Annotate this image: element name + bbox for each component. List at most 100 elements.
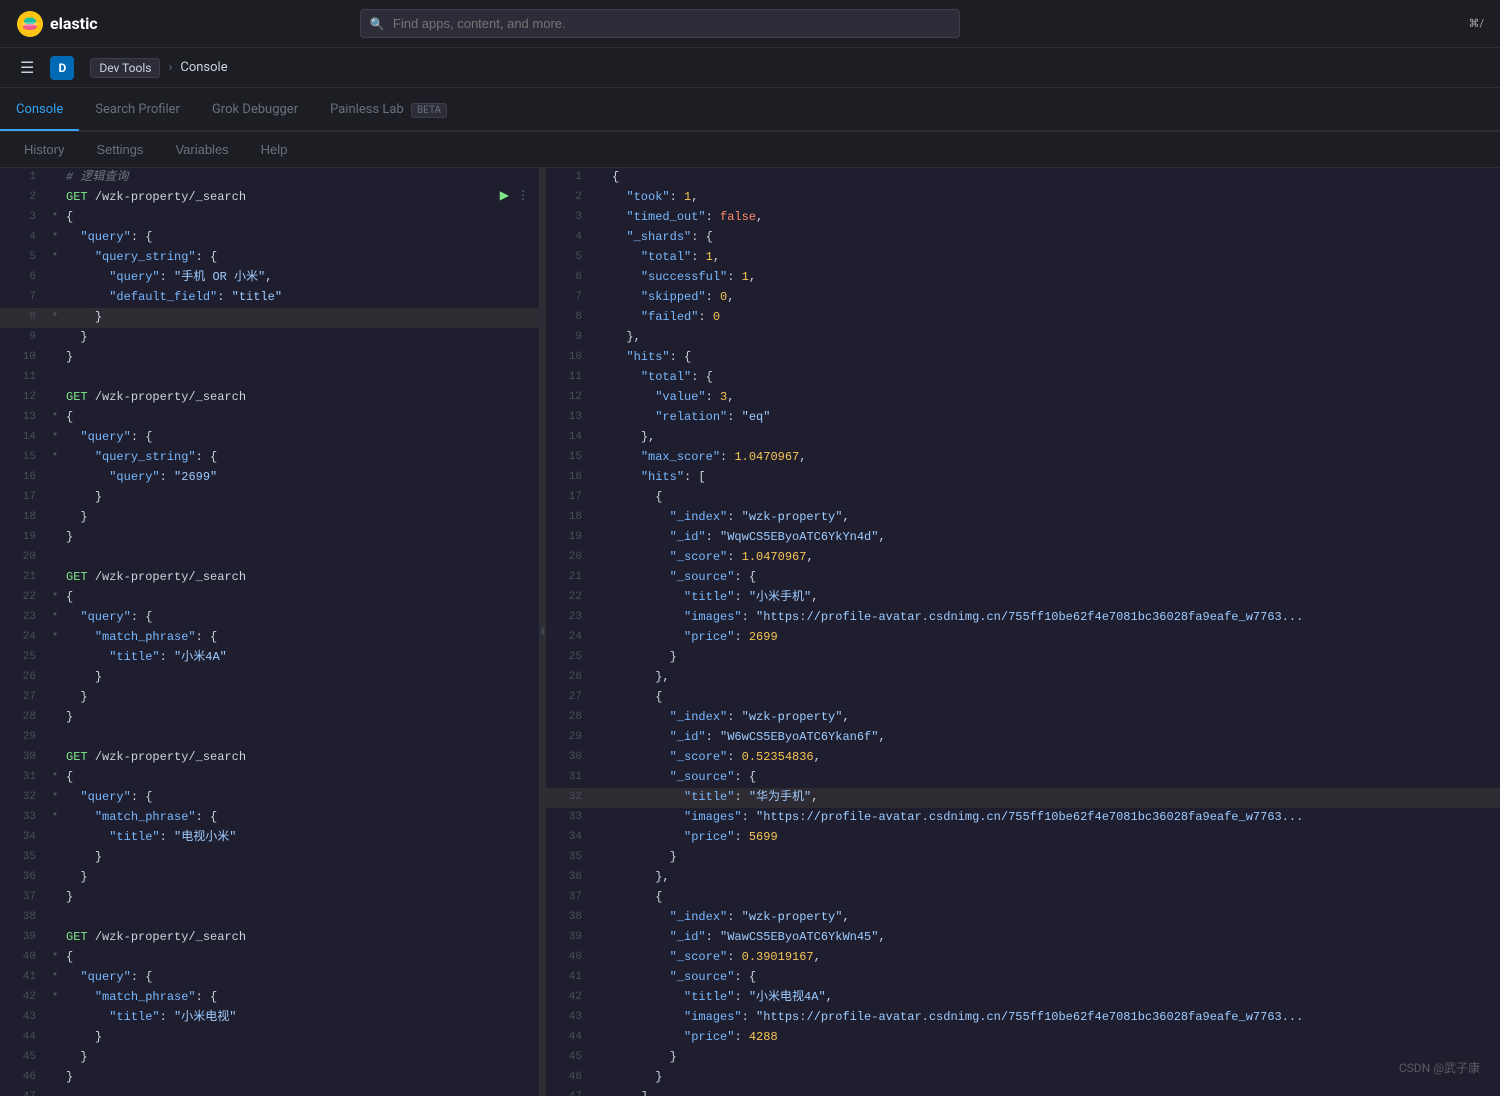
global-search-input[interactable] (360, 9, 960, 38)
editor-line-41[interactable]: 41▾ "query": { (0, 968, 539, 988)
result-line-number-45: 45 (554, 1048, 582, 1067)
fold-indicator-22[interactable]: ▾ (48, 588, 62, 604)
editor-line-14[interactable]: 14▾ "query": { (0, 428, 539, 448)
fold-indicator-32[interactable]: ▾ (48, 788, 62, 804)
editor-line-21[interactable]: 21 GET /wzk-property/_search (0, 568, 539, 588)
editor-line-44[interactable]: 44 } (0, 1028, 539, 1048)
result-line-number-2: 2 (554, 188, 582, 207)
editor-line-38[interactable]: 38 (0, 908, 539, 928)
fold-indicator-3[interactable]: ▾ (48, 208, 62, 224)
editor-line-30[interactable]: 30 GET /wzk-property/_search (0, 748, 539, 768)
editor-line-20[interactable]: 20 (0, 548, 539, 568)
editor-line-22[interactable]: 22▾{ (0, 588, 539, 608)
editor-line-31[interactable]: 31▾{ (0, 768, 539, 788)
editor-line-29[interactable]: 29 (0, 728, 539, 748)
code-content-9: } (66, 328, 531, 347)
result-code-6: "successful": 1, (612, 268, 1492, 287)
editor-line-16[interactable]: 16 "query": "2699" (0, 468, 539, 488)
editor-line-36[interactable]: 36 } (0, 868, 539, 888)
fold-indicator-33[interactable]: ▾ (48, 808, 62, 824)
result-line-11: 11 "total": { (546, 368, 1500, 388)
fold-indicator-5[interactable]: ▾ (48, 248, 62, 264)
breadcrumb-devtools[interactable]: Dev Tools (90, 58, 160, 78)
editor-line-10[interactable]: 10 } (0, 348, 539, 368)
editor-line-43[interactable]: 43 "title": "小米电视" (0, 1008, 539, 1028)
elastic-logo[interactable]: elastic (16, 10, 98, 38)
fold-indicator-8[interactable]: ▾ (48, 308, 62, 324)
result-code-32: "title": "华为手机", (612, 788, 1492, 807)
result-line-number-14: 14 (554, 428, 582, 447)
editor-line-37[interactable]: 37 } (0, 888, 539, 908)
fold-indicator-4[interactable]: ▾ (48, 228, 62, 244)
editor-line-46[interactable]: 46 } (0, 1068, 539, 1088)
editor-line-23[interactable]: 23▾ "query": { (0, 608, 539, 628)
code-content-25: "title": "小米4A" (66, 648, 531, 667)
editor-line-1[interactable]: 1 # 逻辑查询 (0, 168, 539, 188)
fold-indicator-40[interactable]: ▾ (48, 948, 62, 964)
editor-line-39[interactable]: 39 GET /wzk-property/_search (0, 928, 539, 948)
editor-line-4[interactable]: 4▾ "query": { (0, 228, 539, 248)
result-line-14: 14 }, (546, 428, 1500, 448)
editor-line-35[interactable]: 35 } (0, 848, 539, 868)
editor-line-15[interactable]: 15▾ "query_string": { (0, 448, 539, 468)
tab-console[interactable]: Console (0, 90, 79, 131)
help-button[interactable]: Help (253, 138, 296, 161)
tab-painless-lab[interactable]: Painless Lab BETA (314, 90, 463, 131)
more-options-button[interactable]: ⋮ (515, 188, 531, 202)
result-line-22: 22 "title": "小米手机", (546, 588, 1500, 608)
editor-line-17[interactable]: 17 } (0, 488, 539, 508)
editor-line-47[interactable]: 47 (0, 1088, 539, 1096)
code-editor[interactable]: 1 # 逻辑查询2 GET /wzk-property/_search▶⋮3▾{… (0, 168, 539, 1096)
editor-line-3[interactable]: 3▾{ (0, 208, 539, 228)
result-line-number-15: 15 (554, 448, 582, 467)
editor-line-40[interactable]: 40▾{ (0, 948, 539, 968)
tab-grok-debugger[interactable]: Grok Debugger (196, 90, 314, 131)
editor-line-2[interactable]: 2 GET /wzk-property/_search▶⋮ (0, 188, 539, 208)
editor-line-7[interactable]: 7 "default_field": "title" (0, 288, 539, 308)
fold-indicator-41[interactable]: ▾ (48, 968, 62, 984)
fold-indicator-14[interactable]: ▾ (48, 428, 62, 444)
fold-indicator-23[interactable]: ▾ (48, 608, 62, 624)
settings-button[interactable]: Settings (88, 138, 151, 161)
result-line-number-24: 24 (554, 628, 582, 647)
result-line-number-29: 29 (554, 728, 582, 747)
editor-line-11[interactable]: 11 (0, 368, 539, 388)
hamburger-menu-button[interactable]: ☰ (16, 54, 38, 82)
editor-line-42[interactable]: 42▾ "match_phrase": { (0, 988, 539, 1008)
run-query-button[interactable]: ▶ (498, 188, 511, 202)
history-button[interactable]: History (16, 138, 72, 161)
line-number-36: 36 (8, 868, 36, 887)
editor-line-26[interactable]: 26 } (0, 668, 539, 688)
fold-indicator-42[interactable]: ▾ (48, 988, 62, 1004)
editor-line-13[interactable]: 13▾{ (0, 408, 539, 428)
editor-line-24[interactable]: 24▾ "match_phrase": { (0, 628, 539, 648)
editor-line-12[interactable]: 12 GET /wzk-property/_search (0, 388, 539, 408)
editor-line-34[interactable]: 34 "title": "电视小米" (0, 828, 539, 848)
fold-indicator-24[interactable]: ▾ (48, 628, 62, 644)
fold-indicator-15[interactable]: ▾ (48, 448, 62, 464)
editor-line-19[interactable]: 19 } (0, 528, 539, 548)
results-content[interactable]: 1 {2 "took": 1,3 "timed_out": false,4 "_… (546, 168, 1500, 1096)
editor-panel: 1 # 逻辑查询2 GET /wzk-property/_search▶⋮3▾{… (0, 168, 540, 1096)
code-content-44: } (66, 1028, 531, 1047)
result-line-33: 33 "images": "https://profile-avatar.csd… (546, 808, 1500, 828)
editor-line-33[interactable]: 33▾ "match_phrase": { (0, 808, 539, 828)
variables-button[interactable]: Variables (167, 138, 236, 161)
editor-line-6[interactable]: 6 "query": "手机 OR 小米", (0, 268, 539, 288)
editor-line-25[interactable]: 25 "title": "小米4A" (0, 648, 539, 668)
global-search[interactable]: 🔍 (360, 9, 960, 38)
editor-line-27[interactable]: 27 } (0, 688, 539, 708)
editor-line-28[interactable]: 28 } (0, 708, 539, 728)
fold-indicator-31[interactable]: ▾ (48, 768, 62, 784)
result-line-2: 2 "took": 1, (546, 188, 1500, 208)
editor-line-9[interactable]: 9 } (0, 328, 539, 348)
editor-line-5[interactable]: 5▾ "query_string": { (0, 248, 539, 268)
fold-indicator-13[interactable]: ▾ (48, 408, 62, 424)
editor-line-8[interactable]: 8▾ } (0, 308, 539, 328)
editor-line-32[interactable]: 32▾ "query": { (0, 788, 539, 808)
result-code-15: "max_score": 1.0470967, (612, 448, 1492, 467)
code-content-33: "match_phrase": { (66, 808, 531, 827)
tab-search-profiler[interactable]: Search Profiler (79, 90, 196, 131)
editor-line-18[interactable]: 18 } (0, 508, 539, 528)
editor-line-45[interactable]: 45 } (0, 1048, 539, 1068)
